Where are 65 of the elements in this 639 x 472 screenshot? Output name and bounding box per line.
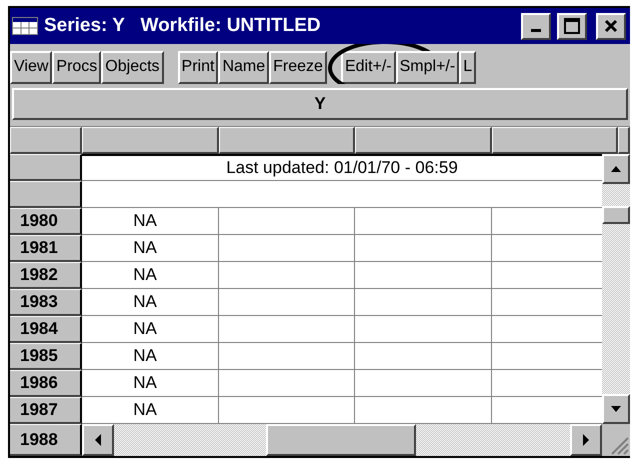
toolbar-button[interactable]: Smpl+/- xyxy=(396,50,460,84)
column-header[interactable] xyxy=(618,127,630,154)
row-header[interactable]: 1981 xyxy=(10,235,82,262)
toolbar-button[interactable]: View xyxy=(10,50,52,84)
table-cell[interactable] xyxy=(219,289,355,316)
maximize-button[interactable] xyxy=(557,12,587,40)
row-header[interactable]: 1984 xyxy=(10,316,82,343)
table-cell[interactable] xyxy=(219,343,355,370)
table-cell[interactable] xyxy=(355,208,492,235)
maximize-icon xyxy=(564,18,580,34)
row-header[interactable]: 1988 xyxy=(10,424,82,456)
scroll-thumb[interactable] xyxy=(602,206,630,224)
table-cell[interactable] xyxy=(355,316,492,343)
scroll-down-button[interactable] xyxy=(602,394,630,424)
table-cell[interactable]: NA xyxy=(82,343,219,370)
table-cell[interactable] xyxy=(355,289,492,316)
scroll-up-button[interactable] xyxy=(602,154,630,184)
column-header[interactable] xyxy=(492,127,618,154)
horizontal-scrollbar[interactable] xyxy=(82,424,602,456)
table-cell[interactable] xyxy=(219,370,355,397)
column-header[interactable] xyxy=(82,127,219,154)
row-header[interactable]: 1987 xyxy=(10,397,82,424)
left-arrow-icon xyxy=(93,434,103,446)
row-header[interactable]: 1980 xyxy=(10,208,82,235)
vertical-scrollbar[interactable] xyxy=(602,154,630,424)
row-header[interactable]: 1982 xyxy=(10,262,82,289)
toolbar-button[interactable]: L xyxy=(459,50,476,84)
table-cell[interactable] xyxy=(355,343,492,370)
toolbar-button[interactable]: Objects xyxy=(101,50,164,84)
minimize-icon xyxy=(531,29,541,32)
table-cell[interactable]: NA xyxy=(82,316,219,343)
table-cell[interactable] xyxy=(219,208,355,235)
column-header[interactable] xyxy=(355,127,492,154)
row-header[interactable]: 1985 xyxy=(10,343,82,370)
column-header[interactable] xyxy=(219,127,355,154)
table-cell[interactable]: NA xyxy=(82,370,219,397)
scroll-right-button[interactable] xyxy=(570,424,602,456)
table-cell[interactable]: NA xyxy=(82,262,219,289)
down-arrow-icon xyxy=(610,404,622,414)
close-button[interactable] xyxy=(596,12,626,40)
table-cell[interactable] xyxy=(219,316,355,343)
toolbar-button[interactable]: Procs xyxy=(52,50,102,84)
window-title: Series: Y Workfile: UNTITLED xyxy=(44,15,322,37)
right-arrow-icon xyxy=(581,434,591,446)
table-cell[interactable] xyxy=(219,262,355,289)
table-cell[interactable] xyxy=(219,235,355,262)
close-icon xyxy=(604,19,618,33)
up-arrow-icon xyxy=(610,164,622,174)
scroll-thumb[interactable] xyxy=(266,424,416,456)
row-header[interactable]: 1983 xyxy=(10,289,82,316)
last-updated-text: Last updated: 01/01/70 - 06:59 xyxy=(82,154,602,181)
toolbar-button[interactable]: Edit+/- xyxy=(340,50,396,84)
series-header: Y xyxy=(12,88,628,120)
toolbar-button[interactable]: Freeze xyxy=(269,50,327,84)
table-cell[interactable]: NA xyxy=(82,208,219,235)
minimize-button[interactable] xyxy=(521,12,551,40)
table-cell[interactable] xyxy=(355,370,492,397)
table-cell[interactable]: NA xyxy=(82,289,219,316)
table-cell[interactable] xyxy=(355,262,492,289)
table-cell[interactable]: NA xyxy=(82,235,219,262)
toolbar-button[interactable]: Print xyxy=(178,50,218,84)
toolbar-button[interactable]: Name xyxy=(218,50,270,84)
scroll-left-button[interactable] xyxy=(82,424,114,456)
row-header[interactable]: 1986 xyxy=(10,370,82,397)
table-cell[interactable] xyxy=(355,235,492,262)
